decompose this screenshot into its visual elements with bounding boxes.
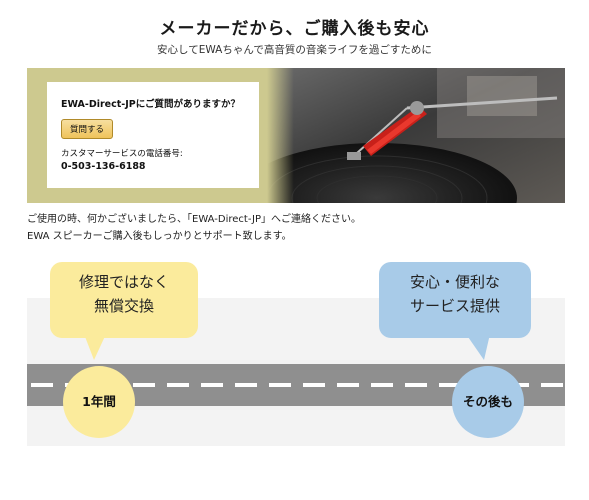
turntable-photo	[267, 68, 565, 203]
contact-card: EWA-Direct-JPにご質問がありますか？ 質問する カスタマーサービスの…	[47, 82, 259, 188]
free-replacement-bubble: 修理ではなく 無償交換	[50, 262, 198, 338]
description-line-2: EWA スピーカーご購入後もしっかりとサポート致します。	[27, 231, 292, 242]
service-bubble: 安心・便利な サービス提供	[379, 262, 531, 338]
bubble-text-line: 修理ではなく	[78, 273, 169, 291]
support-page: メーカーだから、ご購入後も安心 安心してEWAちゃんで高音質の音楽ライフを過ごす…	[0, 0, 589, 500]
page-subtitle: 安心してEWAちゃんで高音質の音楽ライフを過ごすために	[157, 44, 432, 56]
phone-number: 0-503-136-6188	[61, 161, 146, 172]
right-bubble-pointer	[466, 334, 490, 360]
contact-question: EWA-Direct-JPにご質問がありますか？	[61, 99, 241, 110]
page-title: メーカーだから、ご購入後も安心	[159, 19, 430, 39]
ask-question-button[interactable]: 質問する	[61, 119, 114, 139]
phone-label: カスタマーサービスの電話番号:	[61, 149, 183, 159]
after-circle: その後も	[452, 366, 524, 438]
bubble-text-line: 安心・便利な	[409, 273, 500, 291]
one-year-circle: 1年間	[63, 366, 135, 438]
description-line-1: ご使用の時、何かございましたら、「EWA-Direct-JP」へご連絡ください。	[27, 214, 361, 225]
left-bubble-pointer	[84, 334, 106, 360]
bubble-text-line: サービス提供	[409, 297, 500, 315]
support-banner: EWA-Direct-JPにご質問がありますか？ 質問する カスタマーサービスの…	[27, 68, 565, 203]
bubble-text-line: 無償交換	[93, 297, 154, 315]
